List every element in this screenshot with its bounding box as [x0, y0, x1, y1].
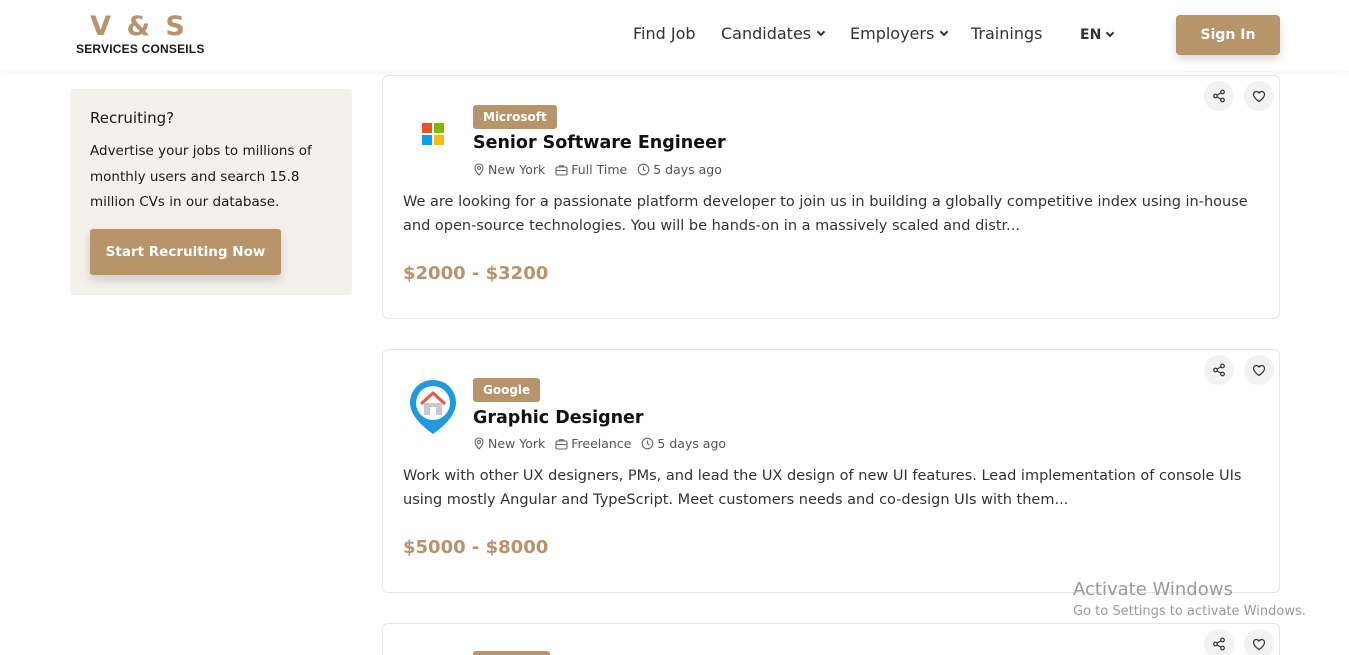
- job-card[interactable]: Microsoft Senior Software Engineer New Y…: [382, 75, 1280, 319]
- recruiting-card: Recruiting? Advertise your jobs to milli…: [70, 89, 352, 295]
- share-icon: [1213, 89, 1225, 103]
- favorite-button[interactable]: [1244, 81, 1274, 111]
- briefcase-icon: [555, 164, 568, 176]
- share-button[interactable]: [1204, 81, 1234, 111]
- heart-icon: [1252, 90, 1266, 102]
- nav-employers[interactable]: Employers: [850, 24, 949, 43]
- job-meta: New York Full Time 5 days ago: [473, 162, 732, 177]
- job-title[interactable]: Graphic Designer: [473, 408, 644, 428]
- job-posted: 5 days ago: [641, 436, 726, 451]
- job-posted-text: 5 days ago: [657, 436, 727, 451]
- job-meta: New York Freelance 5 days ago: [473, 436, 736, 451]
- job-posted-text: 5 days ago: [653, 162, 722, 177]
- clock-icon: [642, 437, 654, 450]
- job-salary: $5000 - $8000: [403, 537, 549, 558]
- language-label: EN: [1080, 27, 1102, 43]
- heart-icon: [1252, 364, 1266, 376]
- chevron-down-icon: [940, 27, 949, 36]
- activate-windows-subtitle: Go to Settings to activate Windows.: [1073, 604, 1306, 619]
- share-button[interactable]: [1204, 629, 1234, 655]
- nav-find-job[interactable]: Find Job: [633, 24, 696, 43]
- job-posted: 5 days ago: [637, 162, 722, 177]
- job-type-text: Freelance: [571, 436, 632, 451]
- company-badge[interactable]: Google: [473, 378, 541, 402]
- job-location-text: New York: [488, 162, 546, 177]
- heart-icon: [1252, 638, 1266, 650]
- nav-trainings[interactable]: Trainings: [971, 24, 1042, 43]
- brand-logo[interactable]: V & S SERVICES CONSEILS: [76, 11, 205, 58]
- share-icon: [1213, 637, 1225, 651]
- nav-employers-label: Employers: [850, 24, 935, 43]
- clock-icon: [637, 163, 650, 176]
- activate-windows-title: Activate Windows: [1073, 579, 1233, 600]
- home-pin-logo-icon: [405, 377, 461, 437]
- job-type: Freelance: [555, 436, 631, 451]
- job-location: New York: [473, 436, 545, 451]
- brand-subtitle: SERVICES CONSEILS: [76, 42, 205, 56]
- nav-candidates[interactable]: Candidates: [721, 24, 826, 43]
- nav-trainings-label: Trainings: [971, 24, 1043, 43]
- chevron-down-icon: [1106, 28, 1115, 38]
- company-badge[interactable]: Microsoft: [473, 105, 557, 129]
- microsoft-logo-icon: [405, 104, 461, 164]
- site-header: V & S SERVICES CONSEILS Find Job Candida…: [0, 0, 1349, 71]
- job-location-text: New York: [488, 436, 546, 451]
- job-description: We are looking for a passionate platform…: [403, 194, 1248, 234]
- chevron-down-icon: [816, 27, 826, 36]
- favorite-button[interactable]: [1244, 355, 1274, 385]
- job-description: Work with other UX designers, PMs, and l…: [403, 468, 1242, 508]
- nav-candidates-label: Candidates: [721, 24, 812, 43]
- job-salary: $2000 - $3200: [403, 263, 549, 284]
- location-pin-icon: [474, 437, 484, 450]
- recruiting-title: Recruiting?: [90, 109, 175, 127]
- briefcase-icon: [555, 438, 568, 450]
- recruiting-text: Advertise your jobs to millions of month…: [90, 143, 312, 210]
- job-type-text: Full Time: [571, 162, 628, 177]
- share-button[interactable]: [1204, 355, 1234, 385]
- job-title[interactable]: Senior Software Engineer: [473, 133, 726, 153]
- job-card[interactable]: [382, 623, 1280, 655]
- start-recruiting-button[interactable]: Start Recruiting Now: [90, 229, 281, 275]
- brand-mark: V & S: [90, 11, 188, 42]
- job-card[interactable]: Google Graphic Designer New York Freelan…: [382, 349, 1280, 593]
- favorite-button[interactable]: [1244, 629, 1274, 655]
- job-location: New York: [473, 162, 545, 177]
- company-badge[interactable]: [473, 651, 550, 655]
- nav-find-job-label: Find Job: [633, 24, 696, 43]
- sign-in-button[interactable]: Sign In: [1176, 15, 1280, 55]
- language-selector[interactable]: EN: [1080, 27, 1115, 43]
- location-pin-icon: [474, 163, 484, 176]
- share-icon: [1213, 363, 1225, 377]
- job-type: Full Time: [555, 162, 627, 177]
